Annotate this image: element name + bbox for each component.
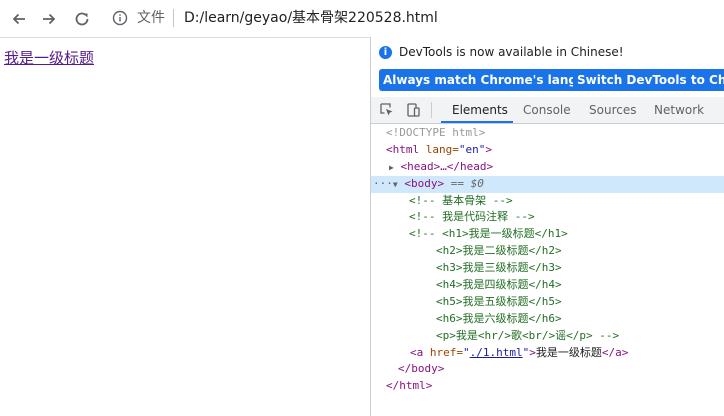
info-badge-icon: i <box>379 46 392 59</box>
tab-elements[interactable]: Elements <box>452 103 508 117</box>
info-icon[interactable] <box>112 10 128 26</box>
dom-node-comment[interactable]: <!-- 我是代码注释 --> <box>371 209 724 226</box>
toolbar-separator <box>431 102 432 118</box>
active-tab-indicator <box>441 121 513 123</box>
switch-to-chinese-button[interactable]: Switch DevTools to Chinese <box>573 69 724 91</box>
page-link[interactable]: 我是一级标题 <box>4 47 94 68</box>
comment-line: <h5>我是五级标题</h5> <box>436 294 562 308</box>
reload-icon <box>75 12 89 26</box>
device-toggle-icon[interactable] <box>405 102 421 118</box>
browser-toolbar: 文件 D:/learn/geyao/基本骨架220528.html <box>0 0 724 38</box>
arrow-right-icon <box>43 13 56 25</box>
dom-node-html-close[interactable]: </html> <box>371 378 724 395</box>
dom-node-body-close[interactable]: </body> <box>371 361 724 378</box>
comment-line: <p>我是<hr/>歌<br/>谣</p> --> <box>436 328 620 342</box>
comment-line: <h4>我是四级标题</h4> <box>436 278 562 292</box>
forward-button[interactable] <box>38 8 60 30</box>
dom-node-comment[interactable]: <!-- 基本骨架 --> <box>371 193 724 210</box>
language-banner: i DevTools is now available in Chinese! … <box>371 37 724 97</box>
tab-console[interactable]: Console <box>523 103 571 117</box>
tab-network[interactable]: Network <box>654 103 704 117</box>
back-button[interactable] <box>8 8 30 30</box>
arrow-left-icon <box>12 13 25 25</box>
more-dots-icon[interactable]: ··· <box>373 177 393 190</box>
dom-node-html[interactable]: <html lang="en"> <box>371 142 724 159</box>
expand-triangle-icon[interactable]: ▶ <box>389 163 394 172</box>
banner-message: DevTools is now available in Chinese! <box>399 45 624 59</box>
devtools-panel: i DevTools is now available in Chinese! … <box>370 37 724 416</box>
dom-node-head[interactable]: ▶ <head>…</head> <box>371 159 724 176</box>
dom-node-body[interactable]: ···▼ <body> == $0 <box>371 175 724 193</box>
dom-node-anchor[interactable]: <a href="./1.html">我是一级标题</a> <box>371 345 724 362</box>
tab-sources[interactable]: Sources <box>589 103 636 117</box>
collapse-triangle-icon[interactable]: ▼ <box>393 180 398 189</box>
comment-line: <h6>我是六级标题</h6> <box>436 311 562 325</box>
reload-button[interactable] <box>71 8 93 30</box>
url-separator <box>173 9 174 27</box>
comment-line: <h2>我是二级标题</h2> <box>436 244 562 258</box>
href-link[interactable]: ./1.html <box>470 346 523 359</box>
address-bar-url[interactable]: D:/learn/geyao/基本骨架220528.html <box>184 10 438 26</box>
devtools-tabbar: Elements Console Sources Network <box>371 97 724 124</box>
file-scheme-label: 文件 <box>137 10 165 26</box>
dom-node-comment[interactable]: <!-- <h1>我是一级标题</h1> <box>371 226 724 243</box>
inspect-element-icon[interactable] <box>379 102 395 118</box>
dom-node-doctype[interactable]: <!DOCTYPE html> <box>371 125 724 142</box>
dom-tree: <!DOCTYPE html> <html lang="en"> ▶ <head… <box>371 125 724 395</box>
comment-line: <h3>我是三级标题</h3> <box>436 261 562 275</box>
